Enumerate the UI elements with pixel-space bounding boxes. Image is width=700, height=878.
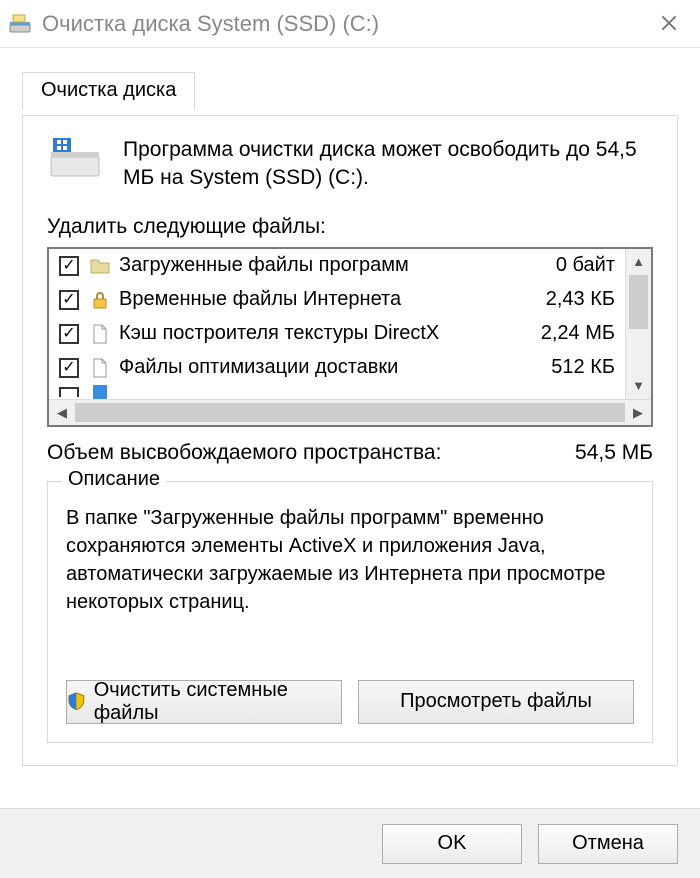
tab-panel: Программа очистки диска может освободить… xyxy=(22,115,678,766)
files-list[interactable]: ✓ Загруженные файлы программ 0 байт ✓ xyxy=(47,247,653,427)
item-name: Временные файлы Интернета xyxy=(119,288,515,311)
button-label: Очистить системные файлы xyxy=(94,679,341,725)
button-label: OK xyxy=(438,832,467,855)
cancel-button[interactable]: Отмена xyxy=(538,824,678,864)
total-value: 54,5 МБ xyxy=(575,441,653,465)
shield-icon xyxy=(67,692,86,712)
list-item[interactable]: ✓ Файлы оптимизации доставки 512 КБ xyxy=(49,351,625,385)
checkbox[interactable] xyxy=(59,387,79,397)
vertical-scrollbar[interactable]: ▲ ▼ xyxy=(625,249,651,399)
item-size: 2,43 КБ xyxy=(515,288,615,311)
description-text: В папке "Загруженные файлы программ" вре… xyxy=(66,504,634,654)
view-files-button[interactable]: Просмотреть файлы xyxy=(358,680,634,724)
checkbox[interactable]: ✓ xyxy=(59,358,79,378)
scroll-up-arrow-icon[interactable]: ▲ xyxy=(626,249,651,275)
scroll-thumb[interactable] xyxy=(629,275,648,329)
window-title: Очистка диска System (SSD) (C:) xyxy=(42,11,646,37)
horizontal-scrollbar[interactable]: ◀ ▶ xyxy=(49,399,651,425)
item-size: 0 байт xyxy=(515,254,615,277)
total-row: Объем высвобождаемого пространства: 54,5… xyxy=(47,441,653,465)
close-icon xyxy=(661,15,677,31)
tab-strip: Очистка диска xyxy=(22,72,678,116)
intro-row: Программа очистки диска может освободить… xyxy=(47,136,653,193)
files-to-delete-label: Удалить следующие файлы: xyxy=(47,215,653,239)
file-icon xyxy=(89,357,111,379)
scroll-right-arrow-icon[interactable]: ▶ xyxy=(625,400,651,425)
scroll-track[interactable] xyxy=(626,275,651,373)
scroll-left-arrow-icon[interactable]: ◀ xyxy=(49,400,75,425)
dialog-buttons: OK Отмена xyxy=(0,808,700,878)
cleanup-system-files-button[interactable]: Очистить системные файлы xyxy=(66,680,342,724)
list-item[interactable]: ✓ Временные файлы Интернета 2,43 КБ xyxy=(49,283,625,317)
ok-button[interactable]: OK xyxy=(382,824,522,864)
total-label: Объем высвобождаемого пространства: xyxy=(47,441,575,465)
checkbox[interactable]: ✓ xyxy=(59,324,79,344)
item-size: 2,24 МБ xyxy=(515,322,615,345)
file-icon xyxy=(89,385,111,399)
intro-text: Программа очистки диска может освободить… xyxy=(123,136,653,193)
description-legend: Описание xyxy=(62,468,166,491)
scroll-down-arrow-icon[interactable]: ▼ xyxy=(626,373,651,399)
list-item[interactable]: ✓ Загруженные файлы программ 0 байт xyxy=(49,249,625,283)
item-name: Загруженные файлы программ xyxy=(119,254,515,277)
lock-icon xyxy=(89,289,111,311)
item-name: Файлы оптимизации доставки xyxy=(119,356,515,379)
checkbox[interactable]: ✓ xyxy=(59,256,79,276)
button-label: Просмотреть файлы xyxy=(400,690,592,713)
folder-icon xyxy=(89,255,111,277)
list-item[interactable] xyxy=(49,385,625,399)
title-bar: Очистка диска System (SSD) (C:) xyxy=(0,0,700,48)
scroll-thumb[interactable] xyxy=(75,403,625,422)
checkbox[interactable]: ✓ xyxy=(59,290,79,310)
drive-icon xyxy=(47,136,103,193)
tab-disk-cleanup[interactable]: Очистка диска xyxy=(22,72,195,111)
dialog-window: Очистка диска System (SSD) (C:) Очистка … xyxy=(0,0,700,878)
file-icon xyxy=(89,323,111,345)
drive-cleanup-icon xyxy=(8,12,32,36)
close-button[interactable] xyxy=(646,13,692,35)
button-label: Отмена xyxy=(572,832,644,855)
description-group: Описание В папке "Загруженные файлы прог… xyxy=(47,481,653,743)
files-list-body: ✓ Загруженные файлы программ 0 байт ✓ xyxy=(49,249,625,399)
item-name: Кэш построителя текстуры DirectX xyxy=(119,322,515,345)
client-area: Очистка диска Программа очистки диска мо… xyxy=(0,48,700,776)
list-item[interactable]: ✓ Кэш построителя текстуры DirectX 2,24 … xyxy=(49,317,625,351)
item-size: 512 КБ xyxy=(515,356,615,379)
